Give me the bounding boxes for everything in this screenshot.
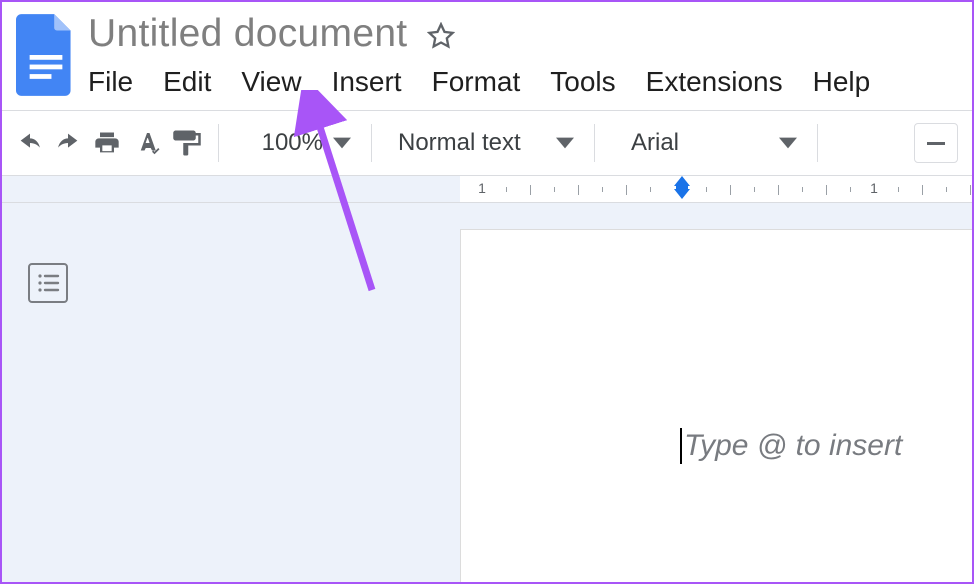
font-family-select[interactable]: Arial: [611, 129, 801, 157]
text-cursor: [680, 428, 682, 464]
title-row: Untitled document: [88, 10, 870, 56]
toolbar-divider: [371, 124, 372, 162]
ruler-margin-mask: [2, 176, 460, 202]
zoom-value: 100%: [262, 129, 323, 157]
font-size-decrease[interactable]: [914, 123, 958, 163]
toolbar-divider: [817, 124, 818, 162]
paragraph-style-value: Normal text: [398, 129, 521, 157]
ruler-ticks: 1 1: [460, 176, 972, 202]
docs-logo-icon: [16, 14, 76, 96]
ruler-label: 1: [478, 180, 486, 196]
menu-extensions[interactable]: Extensions: [646, 66, 783, 98]
menu-format[interactable]: Format: [432, 66, 521, 98]
chevron-down-icon: [556, 134, 574, 152]
menu-edit[interactable]: Edit: [163, 66, 211, 98]
doc-title[interactable]: Untitled document: [88, 12, 407, 56]
chevron-down-icon: [333, 134, 351, 152]
star-icon[interactable]: [427, 22, 455, 50]
document-page[interactable]: [460, 229, 972, 582]
editor-placeholder: Type @ to insert: [684, 429, 902, 463]
toolbar: 100% Normal text Arial: [2, 111, 972, 175]
header: Untitled document File Edit View Insert …: [2, 2, 972, 110]
menu-file[interactable]: File: [88, 66, 133, 98]
font-family-value: Arial: [631, 129, 679, 157]
menu-view[interactable]: View: [241, 66, 301, 98]
redo-icon[interactable]: [54, 133, 82, 153]
document-canvas[interactable]: Type @ to insert: [2, 203, 972, 582]
ruler-label: 1: [870, 180, 878, 196]
paragraph-style-select[interactable]: Normal text: [388, 129, 578, 157]
app-frame: Untitled document File Edit View Insert …: [0, 0, 974, 584]
editor-cursor-area: Type @ to insert: [680, 428, 902, 464]
show-outline-button[interactable]: [28, 263, 68, 303]
chevron-down-icon: [779, 134, 797, 152]
menu-insert[interactable]: Insert: [332, 66, 402, 98]
toolbar-divider: [218, 124, 219, 162]
menubar: File Edit View Insert Format Tools Exten…: [88, 56, 870, 110]
paint-format-icon[interactable]: [172, 130, 202, 156]
print-icon[interactable]: [92, 129, 122, 157]
title-area: Untitled document File Edit View Insert …: [88, 10, 870, 110]
spellcheck-icon[interactable]: [132, 128, 162, 158]
undo-icon[interactable]: [16, 133, 44, 153]
left-indent-marker[interactable]: [674, 189, 690, 199]
ruler[interactable]: 1 1: [2, 175, 972, 203]
menu-tools[interactable]: Tools: [550, 66, 615, 98]
menu-help[interactable]: Help: [813, 66, 871, 98]
zoom-select[interactable]: 100%: [235, 129, 355, 157]
toolbar-divider: [594, 124, 595, 162]
list-icon: [36, 272, 60, 294]
